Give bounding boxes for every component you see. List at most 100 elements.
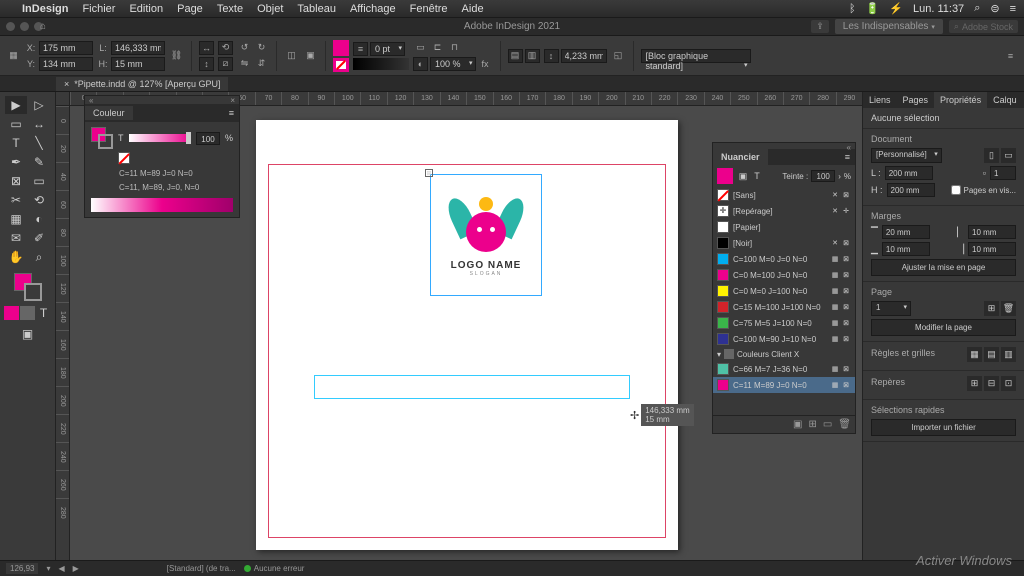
align-stroke-icon[interactable]: ▭	[413, 41, 428, 55]
tab-pages[interactable]: Pages	[897, 92, 935, 108]
zoom-tool[interactable]: ⌕	[28, 248, 50, 266]
swatch-item[interactable]: C=75 M=5 J=100 N=0▦⊠	[713, 315, 855, 331]
reference-point[interactable]: ▦	[6, 49, 21, 63]
text-icon[interactable]: T	[751, 170, 763, 182]
arrow-right-icon[interactable]: ▶	[73, 564, 79, 573]
eyedropper-tool[interactable]: ✐	[28, 229, 50, 247]
adjust-layout-button[interactable]: Ajuster la mise en page	[871, 259, 1016, 276]
selection-tool[interactable]: ▶	[5, 96, 27, 114]
flip-h-icon[interactable]: ⇋	[237, 57, 252, 71]
menu-fichier[interactable]: Fichier	[82, 3, 115, 15]
join-icon[interactable]: ⊓	[447, 41, 462, 55]
hand-tool[interactable]: ✋	[5, 248, 27, 266]
clock[interactable]: Lun. 11:37	[913, 3, 964, 15]
document-tab[interactable]: × *Pipette.indd @ 127% [Aperçu GPU]	[56, 77, 228, 91]
page-select[interactable]: 1	[871, 301, 911, 316]
grid2-icon[interactable]: ▤	[984, 347, 999, 362]
select-container-icon[interactable]: ◫	[284, 49, 299, 63]
select-content-icon[interactable]: ▣	[303, 49, 318, 63]
object-style-select[interactable]: [Bloc graphique standard]	[641, 49, 751, 63]
color-fill-stroke[interactable]	[91, 127, 113, 149]
guide2-icon[interactable]: ⊟	[984, 376, 999, 391]
panel-menu-icon[interactable]: ≡	[840, 149, 855, 165]
close-icon[interactable]: ×	[64, 79, 69, 89]
margin-top-input[interactable]	[882, 225, 930, 239]
home-icon[interactable]: ⌂	[40, 21, 46, 32]
preflight-preset[interactable]: [Standard] (de tra...	[167, 564, 236, 573]
menu-edition[interactable]: Edition	[129, 3, 163, 15]
scissors-tool[interactable]: ✂	[5, 191, 27, 209]
new-folder-icon[interactable]: ▭	[823, 419, 832, 430]
tab-proprietes[interactable]: Propriétés	[934, 92, 987, 108]
rotate-ccw-icon[interactable]: ↺	[237, 41, 252, 55]
vertical-ruler[interactable]: 020406080100120140160180200220240260280	[56, 106, 70, 560]
menu-fenetre[interactable]: Fenêtre	[410, 3, 448, 15]
adobe-stock-search[interactable]: ⌕ Adobe Stock	[949, 20, 1018, 33]
doc-width-input[interactable]	[885, 166, 933, 180]
grid3-icon[interactable]: ▥	[1001, 347, 1016, 362]
constrain-icon[interactable]: ⛓	[169, 49, 184, 63]
text-target-icon[interactable]: T	[118, 133, 124, 143]
swatch-item[interactable]: C=100 M=90 J=10 N=0▦⊠	[713, 331, 855, 347]
swatch-item[interactable]: C=11 M=89 J=0 N=0▦⊠	[713, 377, 855, 393]
page-add-icon[interactable]: ⊞	[984, 301, 999, 316]
guide1-icon[interactable]: ⊞	[967, 376, 982, 391]
delete-swatch-icon[interactable]: 🗑	[838, 419, 851, 430]
landscape-icon[interactable]: ▭	[1001, 148, 1016, 163]
arrow-left-icon[interactable]: ◀	[58, 564, 64, 573]
swatch-item[interactable]: C=0 M=0 J=100 N=0▦⊠	[713, 283, 855, 299]
share-icon[interactable]: ⇪	[811, 20, 829, 33]
bluetooth-icon[interactable]: ᛒ	[849, 3, 856, 15]
page-delete-icon[interactable]: 🗑	[1001, 301, 1016, 316]
siri-icon[interactable]: ≡	[1010, 3, 1016, 15]
margin-right-input[interactable]	[968, 242, 1016, 256]
menu-tableau[interactable]: Tableau	[297, 3, 336, 15]
preflight-status[interactable]: Aucune erreur	[244, 564, 305, 573]
tab-liens[interactable]: Liens	[863, 92, 897, 108]
spotlight-icon[interactable]: ⌕	[974, 2, 980, 15]
none-color-icon[interactable]	[118, 152, 130, 164]
swatch-group[interactable]: ▾ Couleurs Client X	[713, 347, 855, 361]
cap-icon[interactable]: ⊏	[430, 41, 445, 55]
stroke-weight[interactable]: 0 pt	[370, 42, 405, 56]
current-fill-swatch[interactable]	[717, 168, 733, 184]
panel-menu-icon[interactable]: ≡	[224, 106, 239, 120]
swatch-item[interactable]: ✛[Repérage]✕✛	[713, 203, 855, 219]
opacity-input[interactable]: 100 %	[430, 57, 476, 71]
gradient-tool[interactable]: ▦	[5, 210, 27, 228]
wifi-icon[interactable]: ⚡	[889, 2, 903, 15]
container-icon[interactable]: ▣	[737, 170, 749, 182]
ruler-origin[interactable]	[56, 92, 70, 106]
direct-selection-tool[interactable]: ▷	[28, 96, 50, 114]
fill-swatch[interactable]	[333, 40, 349, 56]
scale-y-icon[interactable]: ↕	[199, 57, 214, 71]
new-swatch-icon[interactable]: ⊞	[808, 419, 816, 430]
panel-close-icon[interactable]: ×	[230, 96, 235, 104]
grid1-icon[interactable]: ▦	[967, 347, 982, 362]
text-frame[interactable]	[314, 375, 630, 399]
app-menu-name[interactable]: InDesign	[22, 3, 68, 15]
tint-slider[interactable]	[129, 134, 191, 142]
pen-tool[interactable]: ✒	[5, 153, 27, 171]
zoom-level[interactable]: 126,93	[6, 563, 38, 574]
text-wrap2-icon[interactable]: ▥	[525, 49, 540, 63]
margin-left-input[interactable]	[968, 225, 1016, 239]
edit-page-button[interactable]: Modifier la page	[871, 319, 1016, 336]
pages-count-input[interactable]	[990, 166, 1016, 180]
control-center-icon[interactable]: ⊜	[990, 2, 999, 15]
fx-icon[interactable]: fx	[478, 57, 493, 71]
pencil-tool[interactable]: ✎	[28, 153, 50, 171]
color-spectrum[interactable]	[91, 198, 233, 212]
tint-input[interactable]	[811, 170, 835, 182]
menu-affichage[interactable]: Affichage	[350, 3, 396, 15]
x-input[interactable]	[39, 41, 93, 55]
preset-select[interactable]: [Personnalisé]	[871, 148, 942, 163]
page-tool[interactable]: ▭	[5, 115, 27, 133]
gap-tool[interactable]: ↔	[28, 115, 50, 133]
swatch-item[interactable]: C=66 M=7 J=36 N=0▦⊠	[713, 361, 855, 377]
apply-none[interactable]	[20, 306, 35, 320]
gap-input[interactable]	[561, 49, 607, 63]
corner-icon[interactable]: ◱	[611, 49, 626, 63]
swatch-item[interactable]: C=15 M=100 J=100 N=0▦⊠	[713, 299, 855, 315]
rect-tool[interactable]: ▭	[28, 172, 50, 190]
